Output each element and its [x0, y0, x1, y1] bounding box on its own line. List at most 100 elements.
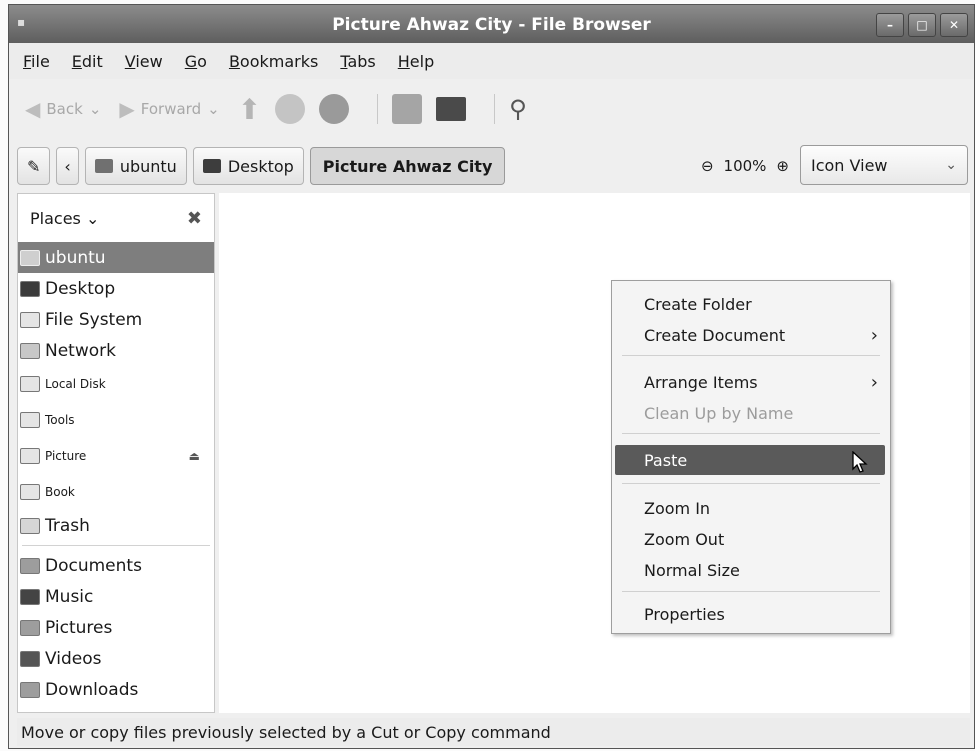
sidebar-item-ubuntu[interactable]: ubuntu — [18, 242, 214, 273]
reload-icon[interactable] — [319, 94, 350, 124]
menu-item-arrange-items[interactable]: Arrange Items › — [644, 367, 878, 397]
home-folder-icon — [94, 159, 113, 173]
sidebar-item-label: Picture — [45, 449, 87, 463]
sidebar-item-label: Network — [45, 340, 116, 361]
maximize-button[interactable]: □ — [908, 13, 936, 37]
forward-arrow-icon: ▶ — [119, 97, 135, 121]
computer-icon[interactable] — [436, 97, 467, 121]
drive-icon — [20, 311, 40, 328]
close-button[interactable]: ✕ — [940, 13, 968, 37]
pencil-icon: ✎ — [27, 156, 41, 176]
menu-item-zoom-in[interactable]: Zoom In — [644, 493, 878, 523]
sidebar-item-label: Trash — [45, 515, 90, 536]
sidebar-item-label: ubuntu — [45, 247, 106, 268]
desktop-icon — [20, 280, 40, 297]
zoom-out-icon[interactable]: ⊖ — [701, 157, 714, 175]
menu-go[interactable]: Go — [185, 52, 207, 71]
edit-location-button[interactable]: ✎ — [17, 147, 51, 185]
sidebar-item-trash[interactable]: Trash — [18, 510, 214, 541]
title-bar[interactable]: ▪ Picture Ahwaz City - File Browser – □ … — [9, 5, 974, 43]
crumb-label: Desktop — [227, 156, 294, 176]
path-left-button[interactable]: ‹ — [56, 147, 79, 185]
menu-help[interactable]: Help — [398, 52, 434, 71]
chevron-right-icon: › — [870, 371, 878, 393]
sidebar-item-picture[interactable]: Picture ⏏ — [18, 438, 214, 474]
sidebar-item-label: Desktop — [45, 278, 116, 299]
drive-icon — [20, 484, 40, 500]
sidebar-item-file-system[interactable]: File System — [18, 304, 214, 335]
crumb-current[interactable]: Picture Ahwaz City — [309, 147, 506, 185]
drive-icon — [20, 412, 40, 428]
crumb-ubuntu[interactable]: ubuntu — [84, 147, 187, 185]
view-mode-label: Icon View — [811, 155, 888, 175]
pictures-folder-icon — [20, 619, 40, 636]
videos-folder-icon — [20, 650, 40, 667]
menu-item-paste[interactable]: Paste — [615, 445, 885, 475]
menu-separator — [622, 355, 880, 356]
places-dropdown[interactable]: Places ⌄ — [30, 209, 99, 228]
sidebar-item-local-disk[interactable]: Local Disk — [18, 366, 214, 402]
home-icon[interactable] — [392, 94, 423, 124]
sidebar-item-label: Pictures — [45, 617, 113, 638]
sidebar-item-desktop[interactable]: Desktop — [18, 273, 214, 304]
sidebar-item-pictures[interactable]: Pictures — [18, 612, 214, 643]
zoom-level: 100% — [723, 157, 767, 175]
sidebar-divider — [22, 545, 210, 546]
sidebar-item-videos[interactable]: Videos — [18, 643, 214, 674]
downloads-folder-icon — [20, 681, 40, 698]
menu-item-clean-up: Clean Up by Name — [644, 403, 794, 423]
toolbar-separator — [494, 94, 496, 124]
sidebar-item-music[interactable]: Music — [18, 581, 214, 612]
forward-button[interactable]: ▶ Forward ⌄ — [119, 97, 219, 121]
sidebar-item-label: Tools — [45, 413, 75, 427]
minimize-button[interactable]: – — [876, 13, 904, 37]
sidebar-item-label: Book — [45, 485, 75, 499]
sidebar-item-downloads[interactable]: Downloads — [18, 674, 214, 705]
view-mode-select[interactable]: Icon View ⌄ — [800, 145, 968, 185]
up-arrow-icon[interactable]: ⬆ — [238, 93, 261, 126]
zoom-in-icon[interactable]: ⊕ — [776, 157, 789, 175]
sidebar-header: Places ⌄ ✖ — [18, 194, 214, 242]
chevron-down-icon[interactable]: ⌄ — [89, 100, 102, 118]
menu-separator — [622, 433, 880, 434]
context-menu: Create Folder Create Document › Arrange … — [611, 280, 891, 634]
menu-tabs[interactable]: Tabs — [340, 52, 375, 71]
menu-item-create-folder[interactable]: Create Folder — [644, 289, 878, 319]
trash-icon — [20, 517, 40, 534]
crumb-desktop[interactable]: Desktop — [192, 147, 304, 185]
stop-icon[interactable] — [275, 94, 306, 124]
sidebar-item-label: File System — [45, 309, 143, 330]
menu-bookmarks[interactable]: Bookmarks — [229, 52, 318, 71]
back-button[interactable]: ◀ Back ⌄ — [25, 97, 101, 121]
forward-label: Forward — [140, 100, 202, 118]
back-arrow-icon: ◀ — [25, 97, 41, 121]
menu-file[interactable]: File — [23, 52, 50, 71]
sidebar-item-label: Documents — [45, 555, 142, 576]
menu-edit[interactable]: Edit — [72, 52, 103, 71]
crumb-label: ubuntu — [119, 156, 177, 176]
sidebar-item-tools[interactable]: Tools — [18, 402, 214, 438]
sidebar: Places ⌄ ✖ ubuntu Desktop File System Ne… — [17, 193, 215, 713]
chevron-down-icon[interactable]: ⌄ — [207, 100, 220, 118]
sidebar-item-network[interactable]: Network — [18, 335, 214, 366]
back-label: Back — [46, 100, 83, 118]
close-sidebar-icon[interactable]: ✖ — [187, 208, 202, 229]
sidebar-item-book[interactable]: Book — [18, 474, 214, 510]
menu-item-create-document[interactable]: Create Document › — [644, 320, 878, 350]
status-bar: Move or copy files previously selected b… — [17, 718, 970, 746]
menu-item-normal-size[interactable]: Normal Size — [644, 555, 878, 585]
location-bar: ✎ ‹ ubuntu Desktop Picture Ahwaz City ⊖ … — [9, 139, 974, 193]
documents-folder-icon — [20, 557, 40, 574]
chevron-right-icon: › — [870, 324, 878, 346]
zoom-controls: ⊖ 100% ⊕ — [701, 147, 789, 185]
drive-icon — [20, 448, 40, 464]
sidebar-item-label: Music — [45, 586, 94, 607]
menu-view[interactable]: View — [125, 52, 163, 71]
network-icon — [20, 342, 40, 359]
menu-item-zoom-out[interactable]: Zoom Out — [644, 524, 878, 554]
search-icon[interactable]: ⚲ — [509, 95, 527, 123]
chevron-left-icon: ‹ — [64, 156, 71, 176]
menu-item-properties[interactable]: Properties — [644, 599, 878, 629]
sidebar-item-documents[interactable]: Documents — [18, 550, 214, 581]
eject-icon[interactable]: ⏏ — [189, 449, 200, 463]
